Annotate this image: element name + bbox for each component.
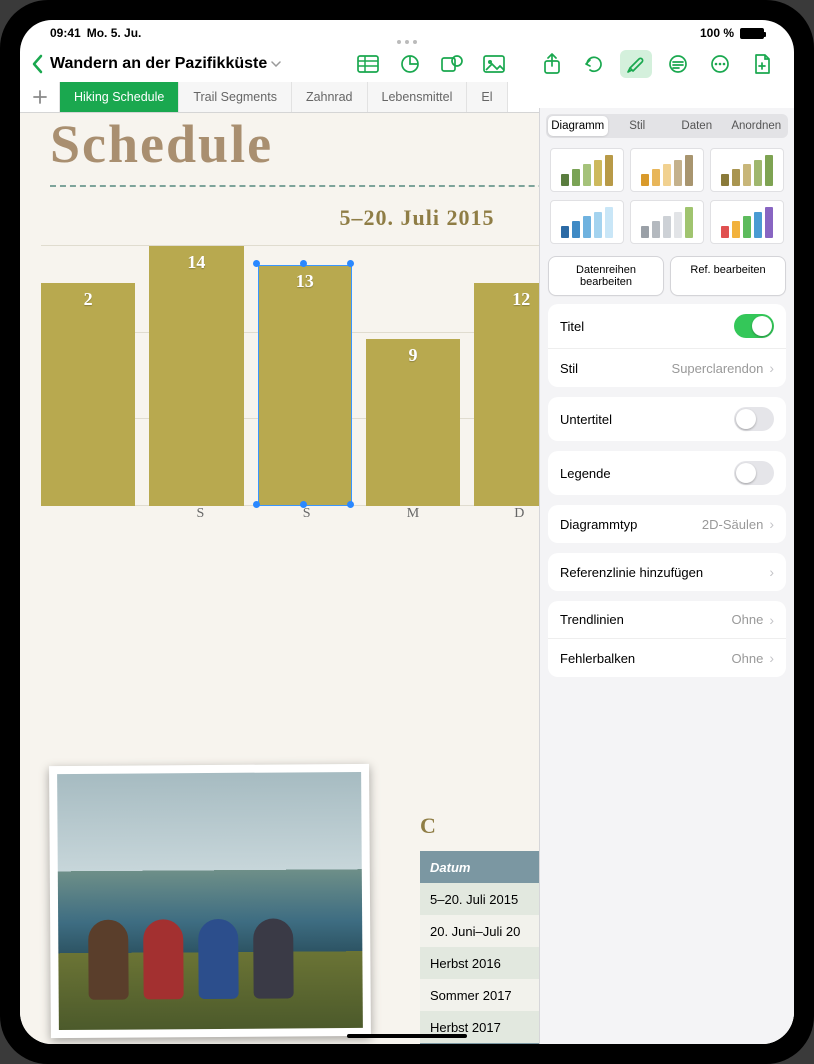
- battery-icon: [740, 28, 764, 39]
- charttype-value: 2D-Säulen: [702, 517, 763, 532]
- chart-style-thumbnail[interactable]: [630, 200, 704, 244]
- errorbars-label: Fehlerbalken: [560, 651, 635, 666]
- new-sheet-icon[interactable]: [746, 50, 778, 78]
- chart-style-thumbnail[interactable]: [710, 200, 784, 244]
- sheet-tab[interactable]: Hiking Schedule: [60, 82, 179, 112]
- edit-references-button[interactable]: Ref. bearbeiten: [670, 256, 786, 296]
- trendlines-value: Ohne: [732, 612, 764, 627]
- chart-style-thumbnail[interactable]: [550, 148, 624, 192]
- bar-value-label: 13: [258, 271, 352, 292]
- inspector-tab-arrange[interactable]: Anordnen: [727, 116, 787, 136]
- x-axis-label: [41, 506, 147, 532]
- chart-style-thumbnail[interactable]: [630, 148, 704, 192]
- format-brush-icon[interactable]: [620, 50, 652, 78]
- charttype-row[interactable]: Diagrammtyp 2D-Säulen ›: [548, 505, 786, 543]
- chevron-right-icon: ›: [769, 612, 774, 628]
- add-sheet-button[interactable]: [20, 82, 60, 112]
- trendlines-label: Trendlinien: [560, 612, 624, 627]
- bar-value-label: 14: [149, 252, 243, 273]
- inspector-tab-style[interactable]: Stil: [608, 116, 668, 136]
- title-switch[interactable]: [734, 314, 774, 338]
- chart-style-thumbnail[interactable]: [710, 148, 784, 192]
- subtitle-label: Untertitel: [560, 412, 612, 427]
- chart-style-thumbnail[interactable]: [550, 200, 624, 244]
- chart-style-thumbnails: [540, 146, 794, 254]
- chart-bar[interactable]: 13: [258, 265, 352, 506]
- subtitle-switch[interactable]: [734, 407, 774, 431]
- style-row[interactable]: Stil Superclarendon ›: [548, 349, 786, 387]
- chevron-right-icon: ›: [769, 360, 774, 376]
- style-label: Stil: [560, 361, 578, 376]
- inspector-tab-chart[interactable]: Diagramm: [548, 116, 608, 136]
- chart-bar[interactable]: 14: [149, 246, 243, 506]
- errorbars-row[interactable]: Fehlerbalken Ohne ›: [548, 639, 786, 677]
- legend-label: Legende: [560, 466, 611, 481]
- share-icon[interactable]: [536, 50, 568, 78]
- format-inspector: Diagramm Stil Daten Anordnen Datenreihen…: [539, 108, 794, 1044]
- legend-row[interactable]: Legende: [548, 451, 786, 495]
- style-value: Superclarendon: [672, 361, 764, 376]
- doc-title[interactable]: Wandern an der Pazifikküste: [50, 55, 267, 73]
- inspector-tabs: Diagramm Stil Daten Anordnen: [546, 114, 788, 138]
- legend-switch[interactable]: [734, 461, 774, 485]
- photo[interactable]: [49, 764, 371, 1038]
- addref-label: Referenzlinie hinzufügen: [560, 565, 703, 580]
- status-battery: 100 %: [700, 26, 734, 40]
- edit-series-button[interactable]: Datenreihen bearbeiten: [548, 256, 664, 296]
- home-indicator[interactable]: [347, 1034, 467, 1038]
- x-axis-label: S: [254, 506, 360, 532]
- chevron-right-icon: ›: [769, 564, 774, 580]
- x-axis-label: S: [147, 506, 253, 532]
- subtitle-row[interactable]: Untertitel: [548, 397, 786, 441]
- bar-value-label: 9: [366, 345, 460, 366]
- addref-row[interactable]: Referenzlinie hinzufügen ›: [548, 553, 786, 591]
- chevron-right-icon: ›: [769, 516, 774, 532]
- chevron-down-icon[interactable]: [271, 61, 281, 67]
- undo-icon[interactable]: [578, 50, 610, 78]
- status-time: 09:41: [50, 26, 81, 40]
- photo-image: [57, 772, 363, 1030]
- more-icon[interactable]: [704, 50, 736, 78]
- sheet-tab[interactable]: Zahnrad: [292, 82, 368, 112]
- status-bar: 09:41 Mo. 5. Ju. 100 %: [20, 20, 794, 42]
- x-axis-label: M: [360, 506, 466, 532]
- insert-shape-icon[interactable]: [436, 50, 468, 78]
- errorbars-value: Ohne: [732, 651, 764, 666]
- app-toolbar: Wandern an der Pazifikküste: [20, 46, 794, 82]
- inspector-tab-data[interactable]: Daten: [667, 116, 727, 136]
- trendlines-row[interactable]: Trendlinien Ohne ›: [548, 601, 786, 639]
- chart-bar[interactable]: 2: [41, 283, 135, 506]
- insert-chart-icon[interactable]: [394, 50, 426, 78]
- charttype-label: Diagrammtyp: [560, 517, 637, 532]
- back-button[interactable]: [30, 54, 44, 74]
- title-label: Titel: [560, 319, 584, 334]
- organize-icon[interactable]: [662, 50, 694, 78]
- sheet-tab[interactable]: Trail Segments: [179, 82, 292, 112]
- insert-media-icon[interactable]: [478, 50, 510, 78]
- sheet-tab[interactable]: El: [467, 82, 507, 112]
- sheet-tab[interactable]: Lebensmittel: [368, 82, 468, 112]
- insert-table-icon[interactable]: [352, 50, 384, 78]
- status-date: Mo. 5. Ju.: [87, 26, 142, 40]
- chart-bar[interactable]: 9: [366, 339, 460, 506]
- screen: 09:41 Mo. 5. Ju. 100 % Wandern an der Pa…: [20, 20, 794, 1044]
- chevron-right-icon: ›: [769, 650, 774, 666]
- title-row[interactable]: Titel: [548, 304, 786, 349]
- bar-value-label: 2: [41, 289, 135, 310]
